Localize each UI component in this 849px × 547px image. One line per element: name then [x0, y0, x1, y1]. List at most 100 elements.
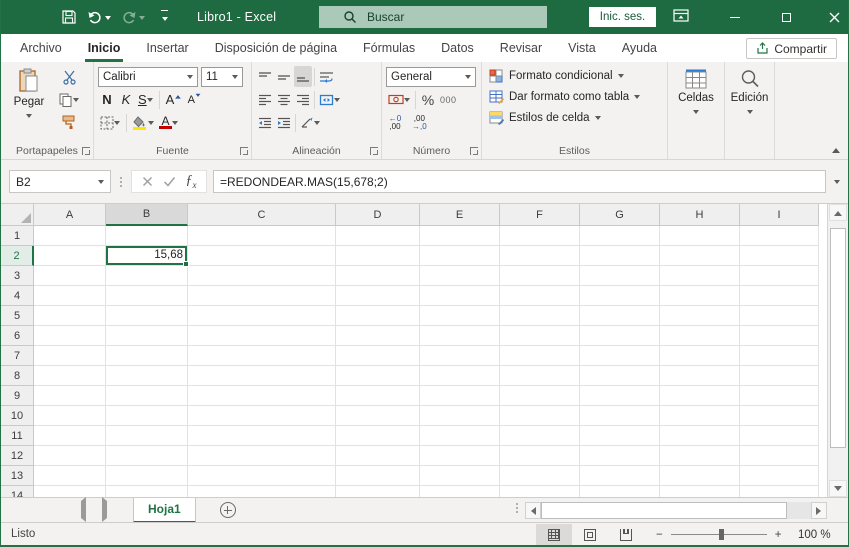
decrease-indent-button[interactable]	[256, 112, 274, 133]
cell-H12[interactable]	[660, 446, 740, 466]
horizontal-scrollbar-thumb[interactable]	[541, 502, 787, 519]
fill-color-button[interactable]	[131, 112, 156, 133]
cell-A6[interactable]	[34, 326, 106, 346]
cell-F10[interactable]	[500, 406, 580, 426]
column-header-C[interactable]: C	[188, 204, 336, 226]
cell-H2[interactable]	[660, 246, 740, 266]
cell-E6[interactable]	[420, 326, 500, 346]
cell-D1[interactable]	[336, 226, 420, 246]
font-size-combo[interactable]: 11	[201, 67, 243, 87]
cell-G11[interactable]	[580, 426, 660, 446]
column-header-B[interactable]: B	[106, 204, 188, 226]
cell-D12[interactable]	[336, 446, 420, 466]
cell-A5[interactable]	[34, 306, 106, 326]
column-header-E[interactable]: E	[420, 204, 500, 226]
cell-I2[interactable]	[740, 246, 819, 266]
cell-F11[interactable]	[500, 426, 580, 446]
tab-inicio[interactable]: Inicio	[75, 34, 134, 62]
fuente-dialog-launcher-icon[interactable]	[240, 147, 248, 155]
orientation-chevron-icon[interactable]	[314, 121, 320, 128]
cell-H1[interactable]	[660, 226, 740, 246]
cell-F7[interactable]	[500, 346, 580, 366]
cell-C2[interactable]	[188, 246, 336, 266]
tab-ayuda[interactable]: Ayuda	[609, 34, 670, 62]
cell-C10[interactable]	[188, 406, 336, 426]
cell-C14[interactable]	[188, 486, 336, 497]
cell-H14[interactable]	[660, 486, 740, 497]
row-header-4[interactable]: 4	[1, 286, 34, 306]
cell-D8[interactable]	[336, 366, 420, 386]
cell-G10[interactable]	[580, 406, 660, 426]
cell-E5[interactable]	[420, 306, 500, 326]
scroll-down-button[interactable]	[829, 480, 847, 497]
number-format-combo[interactable]: General	[386, 67, 476, 87]
numero-dialog-launcher-icon[interactable]	[470, 147, 478, 155]
row-header-2[interactable]: 2	[1, 246, 34, 266]
name-box[interactable]: B2	[9, 170, 111, 193]
cell-B9[interactable]	[106, 386, 188, 406]
tab-bar-grip[interactable]	[516, 503, 518, 513]
cell-E10[interactable]	[420, 406, 500, 426]
column-header-A[interactable]: A	[34, 204, 106, 226]
align-right-button[interactable]	[294, 89, 312, 110]
close-button[interactable]	[819, 0, 849, 34]
cell-A10[interactable]	[34, 406, 106, 426]
cell-G9[interactable]	[580, 386, 660, 406]
cell-A7[interactable]	[34, 346, 106, 366]
cell-F8[interactable]	[500, 366, 580, 386]
cell-H6[interactable]	[660, 326, 740, 346]
tab-vista[interactable]: Vista	[555, 34, 609, 62]
sign-in-button[interactable]: Inic. ses.	[589, 7, 656, 27]
cell-C6[interactable]	[188, 326, 336, 346]
expand-formula-bar-button[interactable]	[826, 176, 848, 187]
cell-B13[interactable]	[106, 466, 188, 486]
cell-G6[interactable]	[580, 326, 660, 346]
column-header-D[interactable]: D	[336, 204, 420, 226]
cell-H11[interactable]	[660, 426, 740, 446]
sheet-nav-next-button[interactable]	[94, 501, 119, 519]
font-color-button[interactable]: A	[157, 112, 180, 133]
name-box-chevron-icon[interactable]	[98, 180, 104, 187]
cell-styles-button[interactable]: Estilos de celda	[486, 107, 663, 128]
cell-H4[interactable]	[660, 286, 740, 306]
undo-button[interactable]	[85, 7, 113, 27]
cell-G1[interactable]	[580, 226, 660, 246]
cell-I7[interactable]	[740, 346, 819, 366]
paste-chevron-icon[interactable]	[26, 114, 32, 121]
cell-A4[interactable]	[34, 286, 106, 306]
cell-D14[interactable]	[336, 486, 420, 497]
cell-G8[interactable]	[580, 366, 660, 386]
formula-bar-grip[interactable]	[120, 177, 122, 187]
save-button[interactable]	[59, 7, 79, 27]
tab-disposici-n-de-p-gina[interactable]: Disposición de página	[202, 34, 350, 62]
cell-H9[interactable]	[660, 386, 740, 406]
cell-G5[interactable]	[580, 306, 660, 326]
copy-button[interactable]	[57, 89, 81, 110]
bold-button[interactable]: N	[98, 89, 116, 110]
cell-E1[interactable]	[420, 226, 500, 246]
cell-E11[interactable]	[420, 426, 500, 446]
cell-C12[interactable]	[188, 446, 336, 466]
format-as-table-button[interactable]: Dar formato como tabla	[486, 86, 663, 107]
cell-E4[interactable]	[420, 286, 500, 306]
percent-style-button[interactable]: %	[419, 89, 437, 110]
tab-f-rmulas[interactable]: Fórmulas	[350, 34, 428, 62]
row-header-13[interactable]: 13	[1, 466, 34, 486]
undo-dropdown-chevron-icon[interactable]	[105, 16, 111, 23]
cell-C8[interactable]	[188, 366, 336, 386]
cell-I10[interactable]	[740, 406, 819, 426]
cell-G3[interactable]	[580, 266, 660, 286]
align-top-button[interactable]	[256, 66, 274, 87]
cell-E8[interactable]	[420, 366, 500, 386]
increase-font-button[interactable]: A	[164, 89, 185, 110]
column-header-G[interactable]: G	[580, 204, 660, 226]
cell-G14[interactable]	[580, 486, 660, 497]
zoom-level[interactable]: 100 %	[798, 523, 831, 546]
cell-D3[interactable]	[336, 266, 420, 286]
borders-chevron-icon[interactable]	[114, 121, 120, 128]
cell-I5[interactable]	[740, 306, 819, 326]
cell-E3[interactable]	[420, 266, 500, 286]
tab-archivo[interactable]: Archivo	[7, 34, 75, 62]
sheet-nav-prev-button[interactable]	[69, 501, 94, 519]
row-header-14[interactable]: 14	[1, 486, 34, 497]
